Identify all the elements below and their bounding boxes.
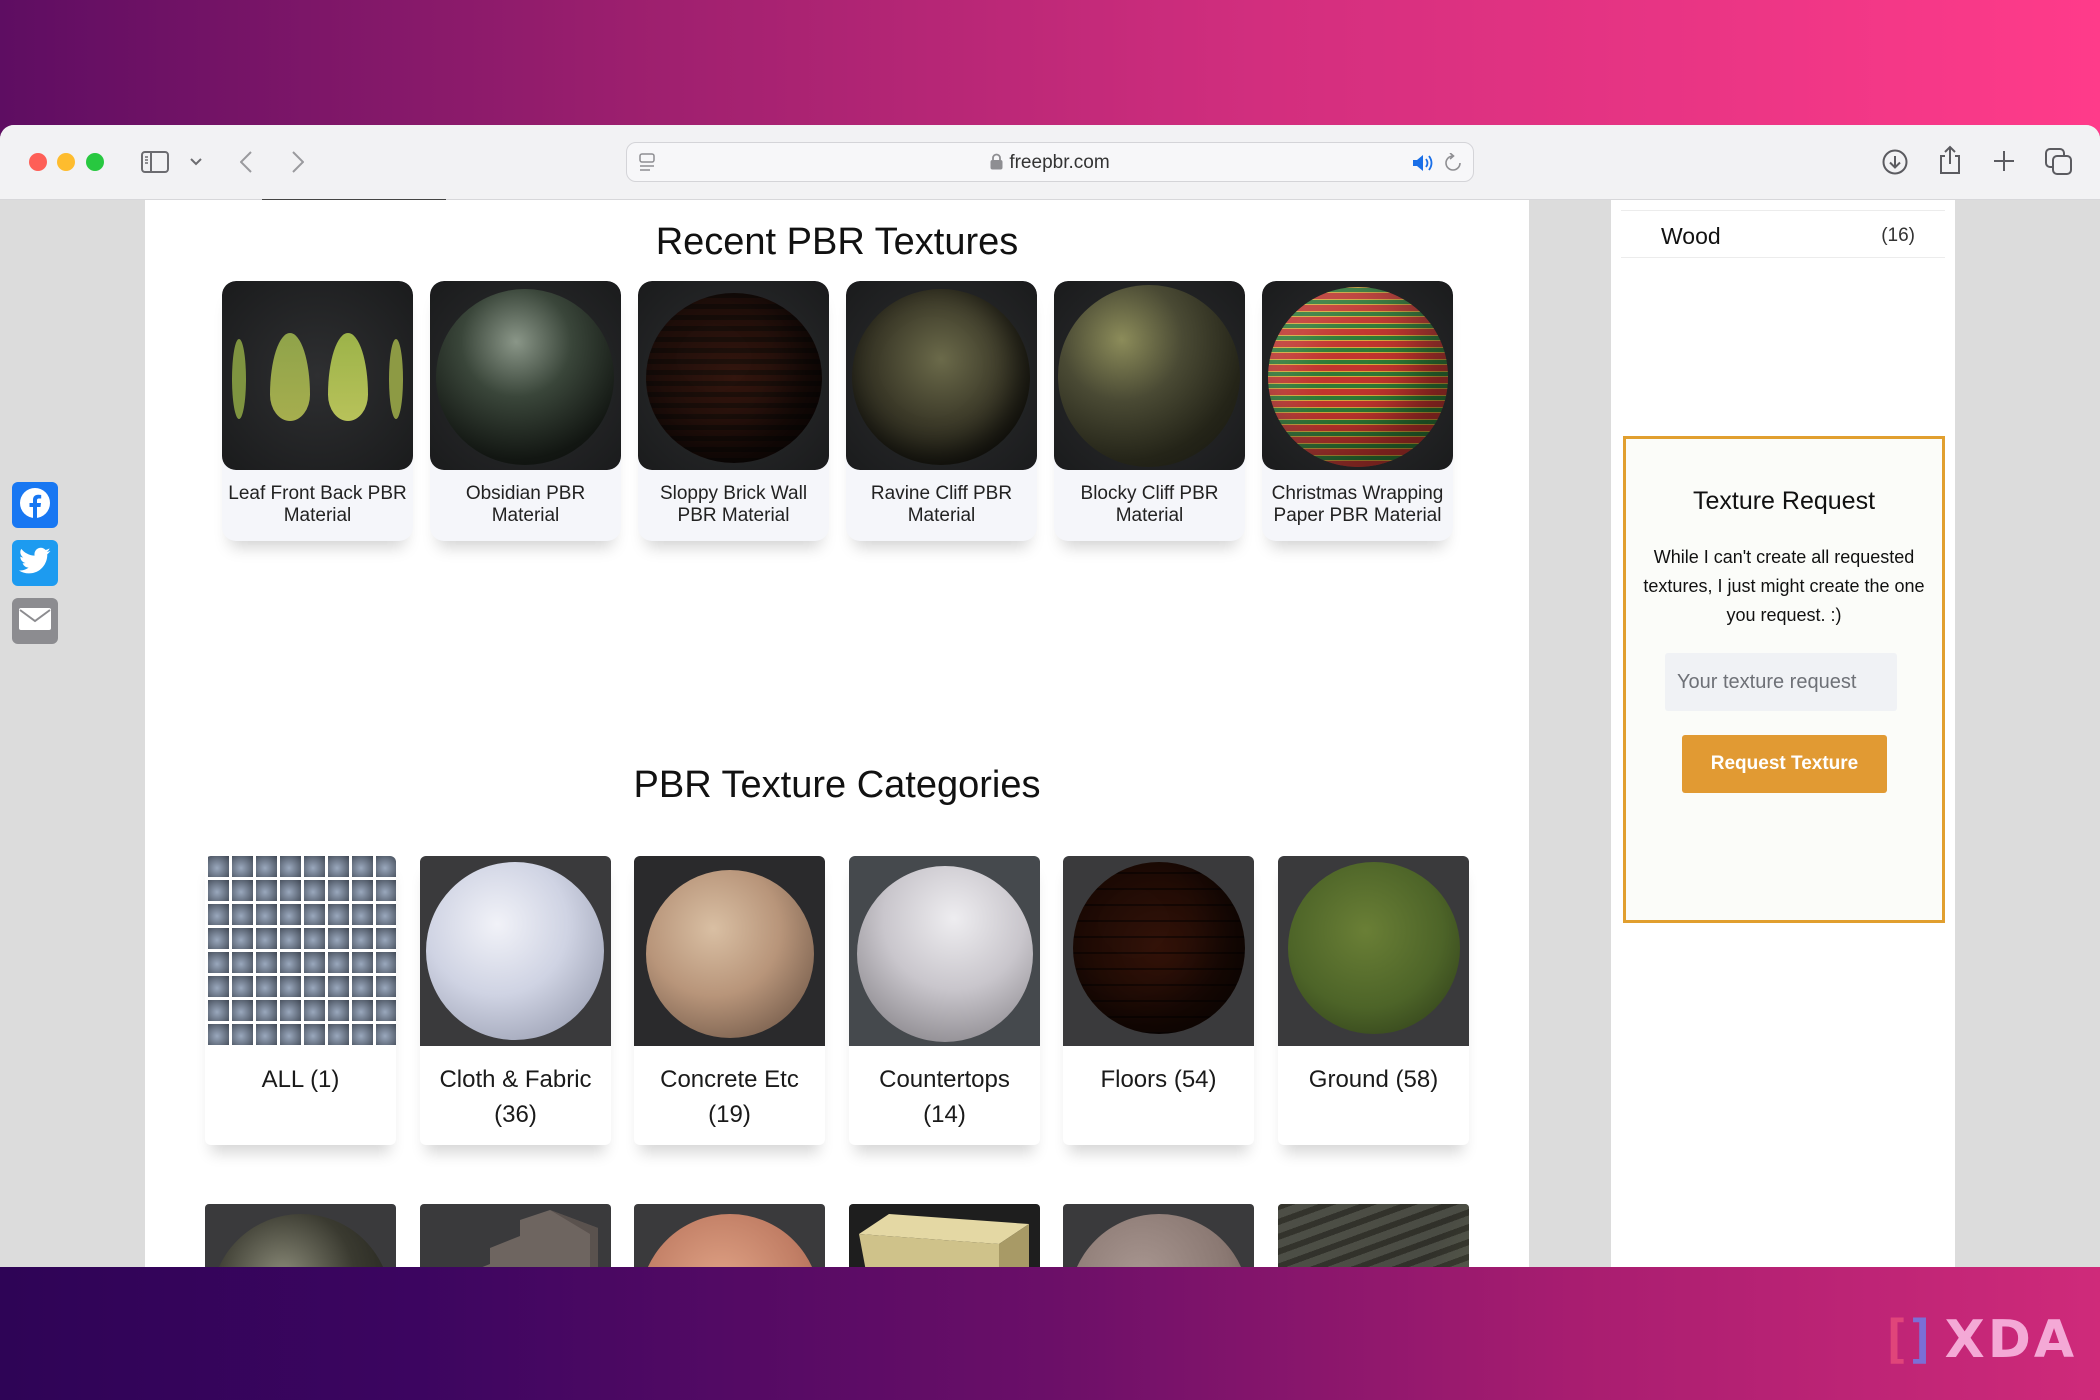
categories-heading: PBR Texture Categories	[633, 764, 1041, 806]
recent-texture-card[interactable]: Sloppy Brick Wall PBR Material	[638, 281, 829, 541]
sidebar: Wood (16) Texture Request While I can't …	[1611, 200, 1955, 1267]
brick-thumbnail	[638, 281, 829, 470]
close-window-button[interactable]	[29, 153, 47, 171]
recent-texture-label: Sloppy Brick Wall PBR Material	[659, 483, 808, 526]
rock-thumbnail	[1069, 1214, 1249, 1267]
main-content: Recent PBR Textures Leaf Front Back PBR …	[145, 200, 1529, 1267]
category-card-countertops[interactable]: Countertops (14)	[849, 856, 1040, 1145]
browser-toolbar: freepbr.com	[0, 125, 2100, 200]
background-band	[0, 1267, 2100, 1400]
christmas-paper-thumbnail	[1262, 281, 1453, 470]
recent-texture-card[interactable]: Ravine Cliff PBR Material	[846, 281, 1037, 541]
cloth-fabric-thumbnail	[420, 856, 611, 1046]
request-texture-button[interactable]: Request Texture	[1682, 735, 1887, 793]
concrete-thumbnail	[634, 856, 825, 1046]
category-card-concrete[interactable]: Concrete Etc (19)	[634, 856, 825, 1145]
texture-request-title: Texture Request	[1692, 487, 1876, 515]
category-card-all[interactable]: ALL (1)	[205, 856, 396, 1145]
twitter-icon	[19, 547, 51, 580]
recent-texture-card[interactable]: Christmas Wrapping Paper PBR Material	[1262, 281, 1453, 541]
recent-texture-label: Ravine Cliff PBR Material	[870, 483, 1013, 526]
recent-texture-label: Leaf Front Back PBR Material	[228, 483, 407, 526]
floors-thumbnail	[1063, 856, 1254, 1046]
ravine-cliff-thumbnail	[846, 281, 1037, 470]
paper-box-thumbnail	[859, 1214, 1029, 1267]
twitter-share-button[interactable]	[12, 540, 58, 586]
forward-icon[interactable]	[288, 147, 308, 177]
address-bar[interactable]: freepbr.com	[626, 142, 1474, 182]
category-label: Countertops (14)	[879, 1066, 1010, 1128]
category-card-bark[interactable]	[1278, 1204, 1469, 1267]
xda-watermark: [] XDA	[1880, 1310, 2077, 1370]
new-tab-icon[interactable]	[1990, 147, 2018, 175]
category-card-stairs[interactable]	[420, 1204, 611, 1267]
category-label: ALL (1)	[261, 1066, 340, 1093]
email-share-button[interactable]	[12, 598, 58, 644]
category-label: Ground (58)	[1308, 1066, 1439, 1093]
recent-texture-label: Blocky Cliff PBR Material	[1080, 483, 1219, 526]
texture-request-input[interactable]	[1665, 653, 1897, 711]
browser-window: freepbr.com Recent PBR Textures Leaf Fro…	[0, 125, 2100, 1267]
recent-texture-label: Obsidian PBR Material	[465, 483, 586, 526]
category-card-paper[interactable]	[849, 1204, 1040, 1267]
back-icon[interactable]	[236, 147, 256, 177]
page-gutter	[1529, 200, 1611, 1267]
bark-thumbnail	[1278, 1204, 1469, 1267]
tab-overview-icon[interactable]	[2044, 147, 2074, 177]
sidebar-toggle-icon[interactable]	[140, 149, 170, 175]
stairs-thumbnail	[482, 1210, 598, 1267]
recent-texture-card[interactable]: Obsidian PBR Material	[430, 281, 621, 541]
url-field[interactable]: freepbr.com	[627, 152, 1473, 176]
minimize-window-button[interactable]	[57, 153, 75, 171]
all-thumbnail	[205, 856, 396, 1046]
recent-textures-heading: Recent PBR Textures	[655, 221, 1019, 263]
audio-playing-icon[interactable]	[1411, 152, 1435, 174]
reload-icon[interactable]	[1441, 151, 1465, 175]
url-text: freepbr.com	[1009, 152, 1110, 173]
facebook-icon	[19, 487, 51, 524]
obsidian-thumbnail	[430, 281, 621, 470]
ground-thumbnail	[1278, 856, 1469, 1046]
recent-texture-card[interactable]: Leaf Front Back PBR Material	[222, 281, 413, 541]
page-gutter-right	[1955, 200, 2100, 1267]
blocky-cliff-thumbnail	[1054, 281, 1245, 470]
email-icon	[19, 607, 51, 635]
category-card-skin[interactable]	[634, 1204, 825, 1267]
share-icon[interactable]	[1936, 143, 1964, 177]
skin-thumbnail	[640, 1214, 820, 1267]
category-card-metal[interactable]	[205, 1204, 396, 1267]
chevron-down-icon[interactable]	[186, 153, 206, 171]
texture-request-description: While I can't create all requested textu…	[1643, 547, 1925, 625]
lock-icon	[990, 153, 1003, 176]
metal-thumbnail	[211, 1214, 391, 1267]
countertops-thumbnail	[849, 856, 1040, 1046]
sidebar-category-wood[interactable]: Wood (16)	[1621, 210, 1945, 258]
share-bar	[0, 200, 145, 1267]
xda-text: XDA	[1944, 1310, 2078, 1370]
leaf-thumbnail	[222, 281, 413, 470]
xda-bracket-right-icon: ]	[1905, 1310, 1937, 1370]
facebook-share-button[interactable]	[12, 482, 58, 528]
recent-texture-card[interactable]: Blocky Cliff PBR Material	[1054, 281, 1245, 541]
category-card-cloth-fabric[interactable]: Cloth & Fabric (36)	[420, 856, 611, 1145]
category-name: Wood	[1661, 223, 1721, 249]
category-label: Floors (54)	[1100, 1066, 1217, 1093]
zoom-window-button[interactable]	[86, 153, 104, 171]
category-label: Concrete Etc (19)	[660, 1066, 799, 1128]
download-icon[interactable]	[1880, 147, 1910, 177]
category-count: (16)	[1881, 225, 1915, 246]
category-card-ground[interactable]: Ground (58)	[1278, 856, 1469, 1145]
category-card-rock[interactable]	[1063, 1204, 1254, 1267]
category-card-floors[interactable]: Floors (54)	[1063, 856, 1254, 1145]
category-label: Cloth & Fabric (36)	[439, 1066, 592, 1128]
texture-request-panel: Texture Request While I can't create all…	[1623, 436, 1945, 923]
recent-texture-label: Christmas Wrapping Paper PBR Material	[1271, 483, 1444, 526]
